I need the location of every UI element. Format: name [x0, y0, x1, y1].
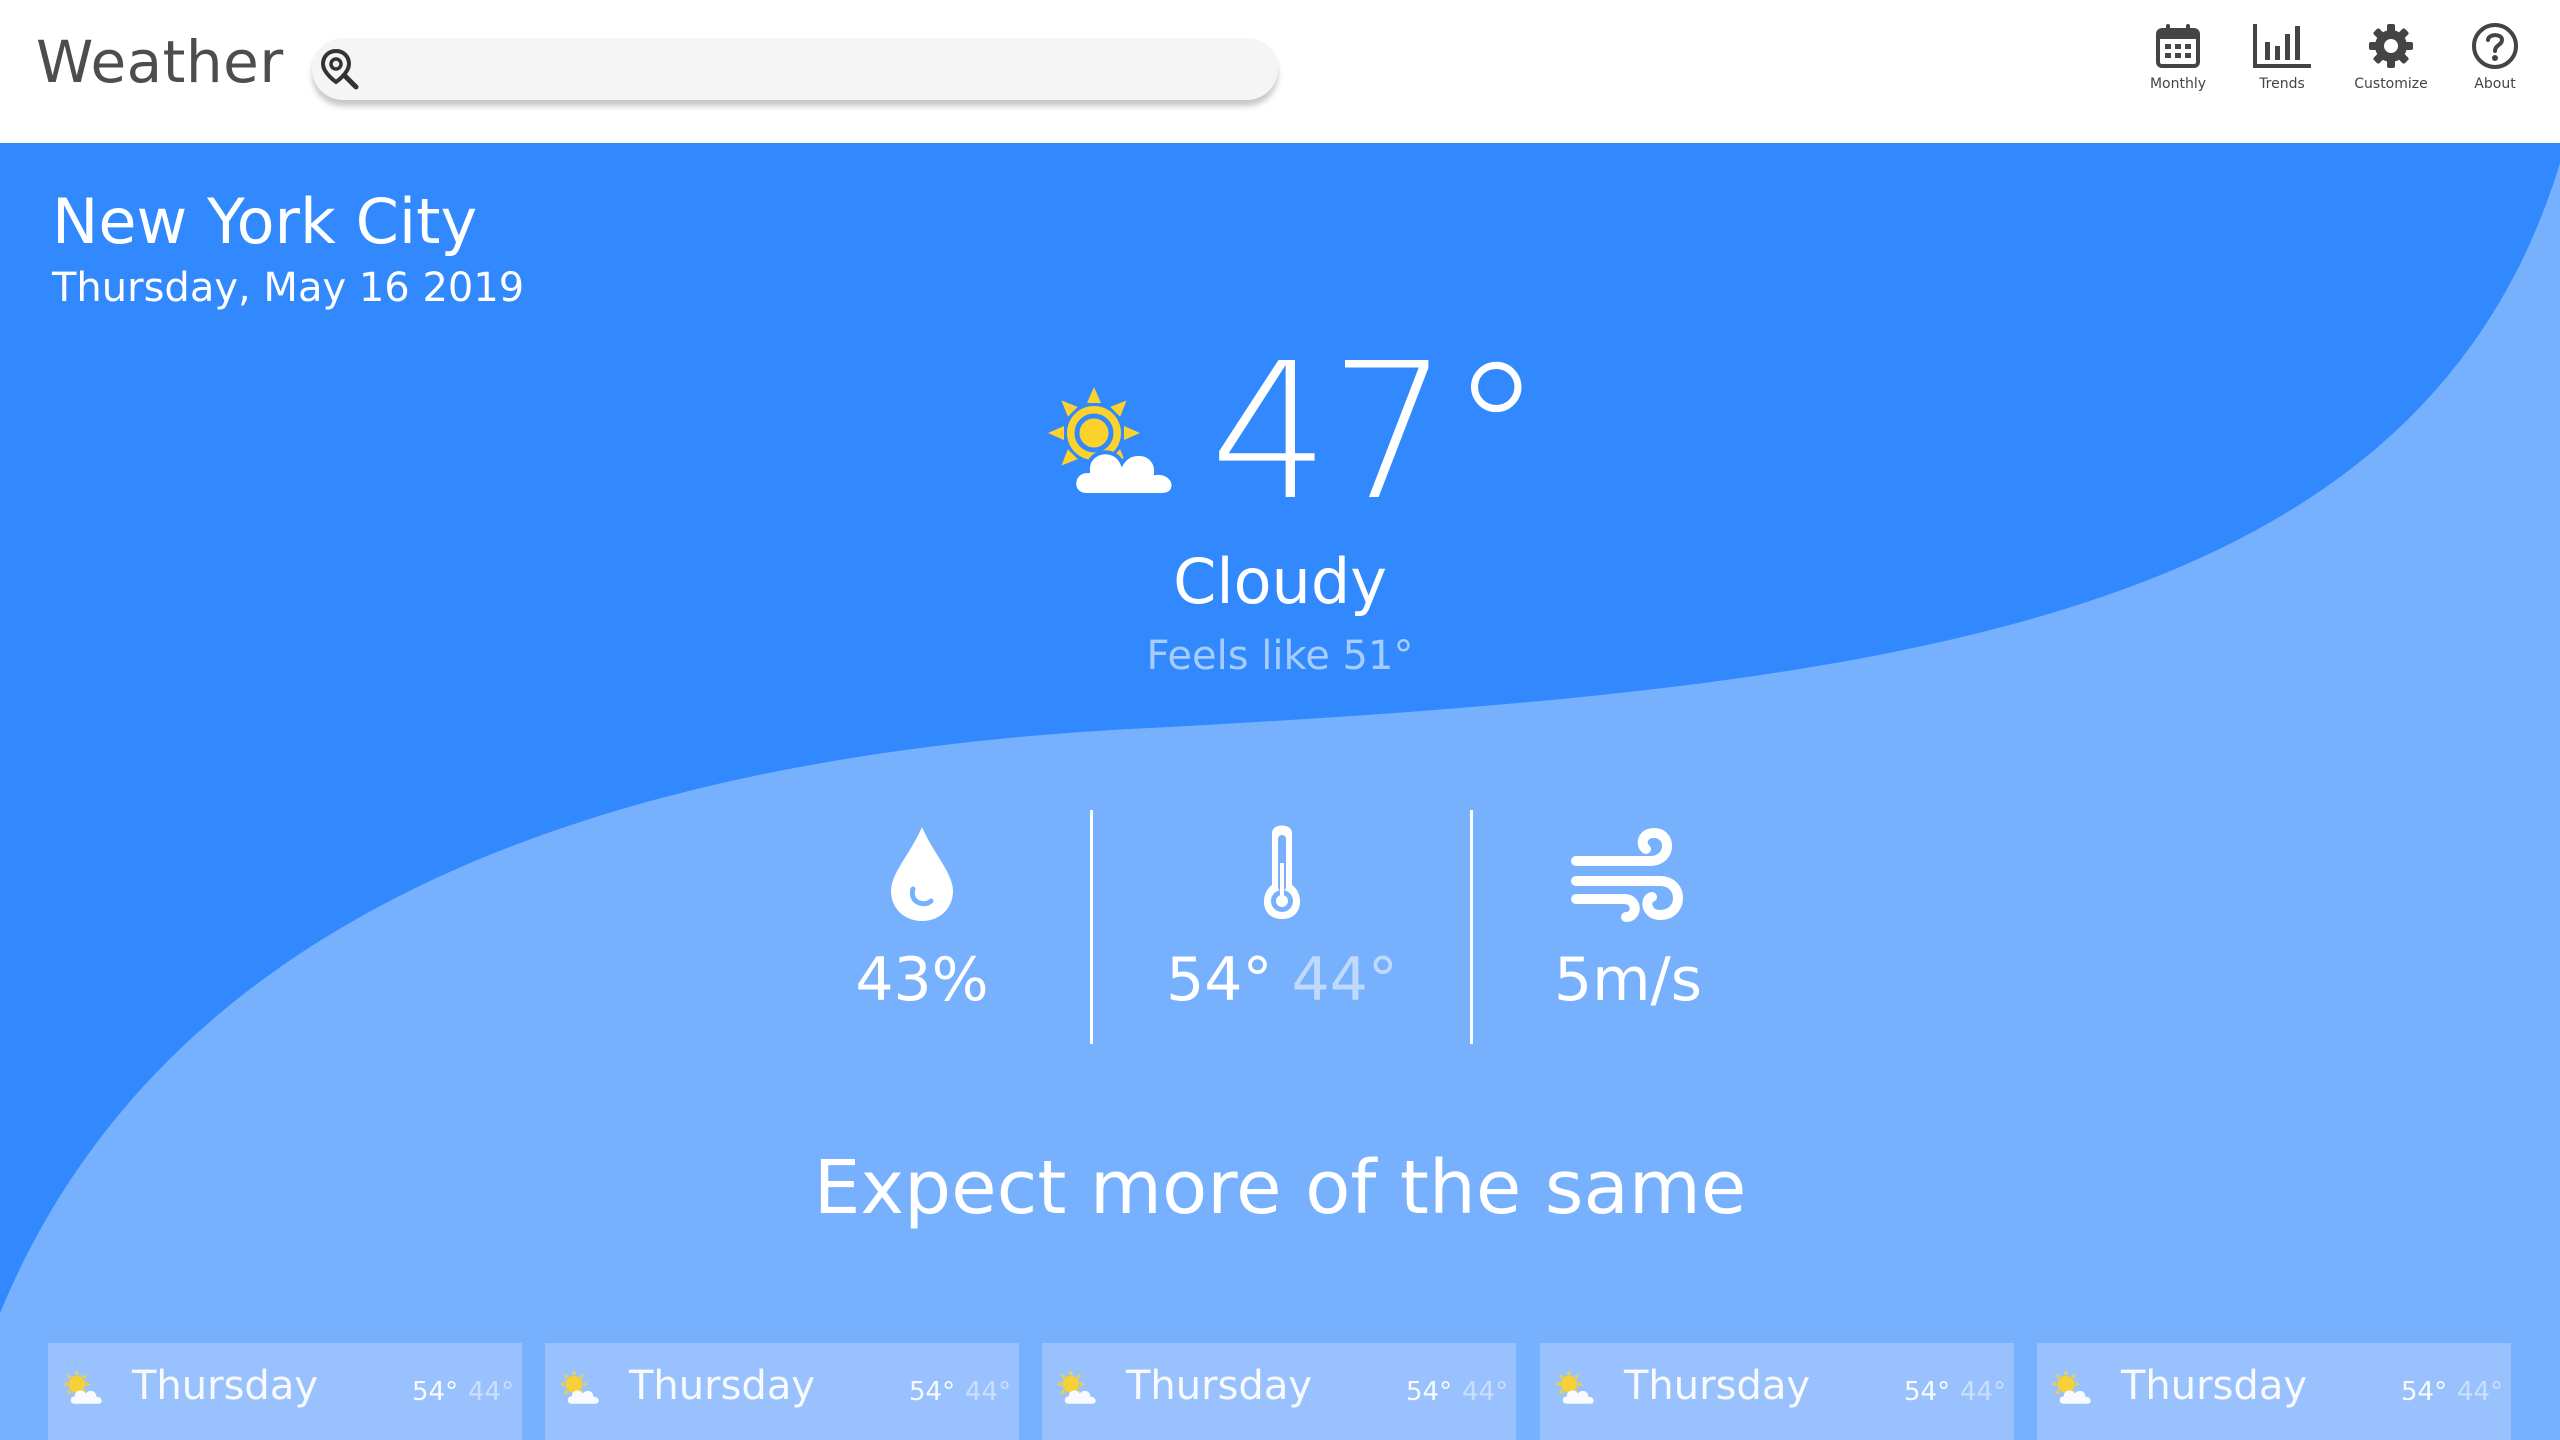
thermometer-icon — [1263, 825, 1301, 919]
forecast-high: 54° — [2401, 1377, 2448, 1407]
wind-value: 5m/s — [1553, 945, 1703, 1015]
forecast-low: 44° — [1960, 1377, 2007, 1407]
feels-like-label: Feels like 51° — [1146, 633, 1414, 679]
customize-button[interactable]: Customize — [2336, 22, 2446, 110]
temperature-low: 44° — [1291, 945, 1398, 1015]
forecast-day: Thursday — [1126, 1363, 1312, 1409]
forecast-high: 54° — [1406, 1377, 1453, 1407]
search-location-icon — [320, 48, 359, 90]
partly-cloudy-icon — [1048, 387, 1176, 497]
forecast-low: 44° — [2457, 1377, 2504, 1407]
forecast-tagline: Expect more of the same — [813, 1145, 1747, 1231]
city-name: New York City — [52, 185, 478, 258]
forecast-day: Thursday — [132, 1363, 318, 1409]
forecast-card[interactable]: Thursday 54° 44° — [1540, 1343, 2014, 1440]
forecast-low: 44° — [468, 1377, 515, 1407]
forecast-day: Thursday — [1624, 1363, 1810, 1409]
condition-label: Cloudy — [1173, 545, 1387, 618]
app-title: Weather — [36, 28, 284, 96]
forecast-day: Thursday — [2121, 1363, 2307, 1409]
wind-stat: 5m/s — [1458, 823, 1798, 1015]
forecast-day: Thursday — [629, 1363, 815, 1409]
search-input[interactable] — [376, 46, 1260, 94]
humidity-value: 43% — [855, 945, 989, 1015]
partly-cloudy-icon — [1554, 1369, 1594, 1404]
gear-icon — [2369, 24, 2413, 68]
search-bar[interactable] — [312, 38, 1278, 100]
customize-label: Customize — [2354, 76, 2428, 92]
bar-chart-icon — [2253, 24, 2311, 68]
top-bar: Weather Monthly Trends Customize About — [0, 0, 2560, 143]
trends-button[interactable]: Trends — [2227, 22, 2337, 110]
forecast-high: 54° — [412, 1377, 459, 1407]
wind-icon — [1571, 827, 1683, 922]
trends-label: Trends — [2259, 76, 2305, 92]
forecast-card[interactable]: Thursday 54° 44° — [2037, 1343, 2511, 1440]
monthly-label: Monthly — [2149, 76, 2207, 92]
stat-divider — [1090, 810, 1093, 1044]
humidity-stat: 43% — [752, 823, 1092, 1015]
partly-cloudy-icon — [1056, 1369, 1096, 1404]
about-label: About — [2474, 76, 2516, 92]
calendar-icon — [2156, 24, 2200, 68]
weather-panel: New York City Thursday, May 16 2019 47° … — [0, 143, 2560, 1440]
forecast-low: 44° — [1462, 1377, 1509, 1407]
temperature-high: 54° — [1166, 945, 1273, 1015]
forecast-card[interactable]: Thursday 54° 44° — [1042, 1343, 1516, 1440]
about-button[interactable]: About — [2440, 22, 2550, 110]
forecast-card[interactable]: Thursday 54° 44° — [545, 1343, 1019, 1440]
forecast-card[interactable]: Thursday 54° 44° — [48, 1343, 522, 1440]
temperature-range-stat: 54° 44° — [1112, 823, 1452, 1015]
temperature-range-value: 54° 44° — [1112, 945, 1452, 1015]
forecast-low: 44° — [965, 1377, 1012, 1407]
help-icon — [2472, 23, 2518, 69]
monthly-button[interactable]: Monthly — [2123, 22, 2233, 110]
partly-cloudy-icon — [559, 1369, 599, 1404]
current-temperature: 47° — [1210, 323, 1544, 542]
forecast-high: 54° — [1904, 1377, 1951, 1407]
partly-cloudy-icon — [62, 1369, 102, 1404]
partly-cloudy-icon — [2051, 1369, 2091, 1404]
droplet-icon — [891, 827, 953, 921]
current-date: Thursday, May 16 2019 — [52, 265, 525, 311]
forecast-high: 54° — [909, 1377, 956, 1407]
